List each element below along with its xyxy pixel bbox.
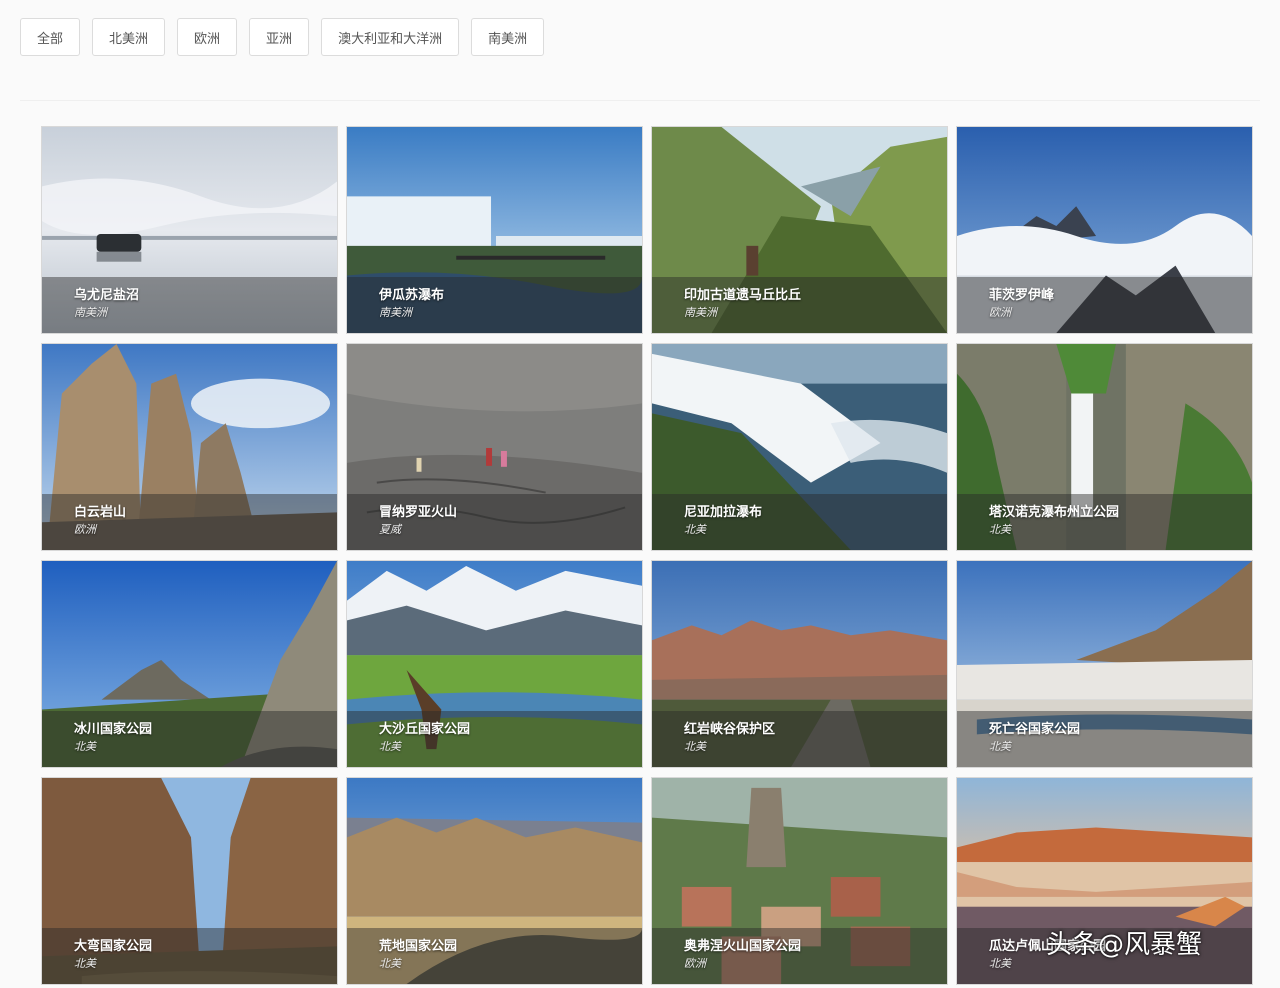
watermark: 头条@风暴蟹 [1046,930,1203,960]
card-title: 奥弗涅火山国家公园 [684,939,802,954]
card-caption: 大弯国家公园 北美 [42,928,337,984]
divider [20,100,1260,101]
gallery-grid: 乌尤尼盐沼 南美洲 伊瓜苏瀑布 南美洲 印加古道遗马丘比丘 南美洲 菲茨罗伊峰 … [41,126,1253,985]
card-title: 死亡谷国家公园 [989,722,1081,737]
card-title: 尼亚加拉瀑布 [684,505,763,520]
card-caption: 冒纳罗亚火山 夏威 [347,494,642,550]
card-caption: 塔汉诺克瀑布州立公园 北美 [957,494,1252,550]
filter-europe-button[interactable]: 欧洲 [177,18,238,56]
card-caption: 菲茨罗伊峰 欧洲 [957,277,1252,333]
filter-north-america-button[interactable]: 北美洲 [92,18,166,56]
gallery-card[interactable]: 大弯国家公园 北美 [41,777,338,985]
region-filter-bar: 全部 北美洲 欧洲 亚洲 澳大利亚和大洋洲 南美洲 [20,18,545,56]
gallery-card[interactable]: 红岩峡谷保护区 北美 [651,560,948,768]
card-caption: 白云岩山 欧洲 [42,494,337,550]
card-region: 北美 [989,523,1011,536]
card-title: 塔汉诺克瀑布州立公园 [989,505,1120,520]
gallery-card[interactable]: 死亡谷国家公园 北美 [956,560,1253,768]
card-title: 菲茨罗伊峰 [989,288,1055,303]
gallery-card[interactable]: 尼亚加拉瀑布 北美 [651,343,948,551]
gallery-card[interactable]: 菲茨罗伊峰 欧洲 [956,126,1253,334]
gallery-card[interactable]: 乌尤尼盐沼 南美洲 [41,126,338,334]
card-region: 北美 [684,523,706,536]
card-region: 北美 [684,740,706,753]
card-caption: 冰川国家公园 北美 [42,711,337,767]
card-region: 北美 [989,740,1011,753]
gallery-card[interactable]: 冰川国家公园 北美 [41,560,338,768]
gallery-card[interactable]: 奥弗涅火山国家公园 欧洲 [651,777,948,985]
gallery-card[interactable]: 伊瓜苏瀑布 南美洲 [346,126,643,334]
card-title: 荒地国家公园 [379,939,458,954]
card-title: 印加古道遗马丘比丘 [684,288,802,303]
card-title: 冒纳罗亚火山 [379,505,458,520]
card-caption: 死亡谷国家公园 北美 [957,711,1252,767]
gallery-card[interactable]: 白云岩山 欧洲 [41,343,338,551]
filter-all-button[interactable]: 全部 [20,18,81,56]
filter-asia-button[interactable]: 亚洲 [249,18,310,56]
card-title: 红岩峡谷保护区 [684,722,776,737]
card-caption: 印加古道遗马丘比丘 南美洲 [652,277,947,333]
card-caption: 大沙丘国家公园 北美 [347,711,642,767]
gallery-card[interactable]: 印加古道遗马丘比丘 南美洲 [651,126,948,334]
card-region: 欧洲 [684,957,706,970]
card-title: 白云岩山 [74,505,127,520]
card-title: 大沙丘国家公园 [379,722,471,737]
gallery-card[interactable]: 大沙丘国家公园 北美 [346,560,643,768]
card-caption: 乌尤尼盐沼 南美洲 [42,277,337,333]
gallery-card[interactable]: 塔汉诺克瀑布州立公园 北美 [956,343,1253,551]
card-region: 南美洲 [684,306,717,319]
gallery-card[interactable]: 冒纳罗亚火山 夏威 [346,343,643,551]
card-region: 欧洲 [74,523,96,536]
filter-oceania-button[interactable]: 澳大利亚和大洋洲 [321,18,460,56]
card-region: 南美洲 [379,306,412,319]
card-title: 乌尤尼盐沼 [74,288,140,303]
card-region: 北美 [379,740,401,753]
card-caption: 荒地国家公园 北美 [347,928,642,984]
card-caption: 伊瓜苏瀑布 南美洲 [347,277,642,333]
card-caption: 奥弗涅火山国家公园 欧洲 [652,928,947,984]
card-region: 南美洲 [74,306,107,319]
card-caption: 红岩峡谷保护区 北美 [652,711,947,767]
card-region: 北美 [74,740,96,753]
card-title: 伊瓜苏瀑布 [379,288,445,303]
card-region: 北美 [74,957,96,970]
card-region: 北美 [379,957,401,970]
gallery-card[interactable]: 荒地国家公园 北美 [346,777,643,985]
card-title: 冰川国家公园 [74,722,153,737]
card-region: 欧洲 [989,306,1011,319]
card-title: 大弯国家公园 [74,939,153,954]
card-caption: 尼亚加拉瀑布 北美 [652,494,947,550]
filter-south-america-button[interactable]: 南美洲 [471,18,545,56]
card-region: 夏威 [379,523,401,536]
